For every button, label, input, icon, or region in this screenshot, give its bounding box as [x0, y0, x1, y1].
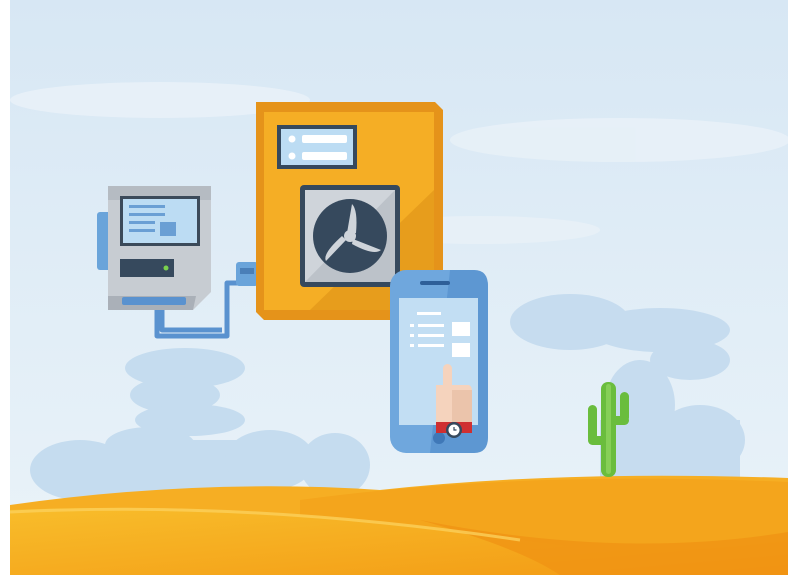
pipe-connector: [236, 262, 258, 286]
status-led-icon: [163, 265, 169, 271]
illustration-scene: [9, 0, 788, 575]
fan-housing: [300, 185, 400, 287]
home-button-icon: [433, 432, 445, 444]
wristwatch-icon: [446, 422, 462, 438]
wall-controller-icon: [97, 186, 211, 310]
